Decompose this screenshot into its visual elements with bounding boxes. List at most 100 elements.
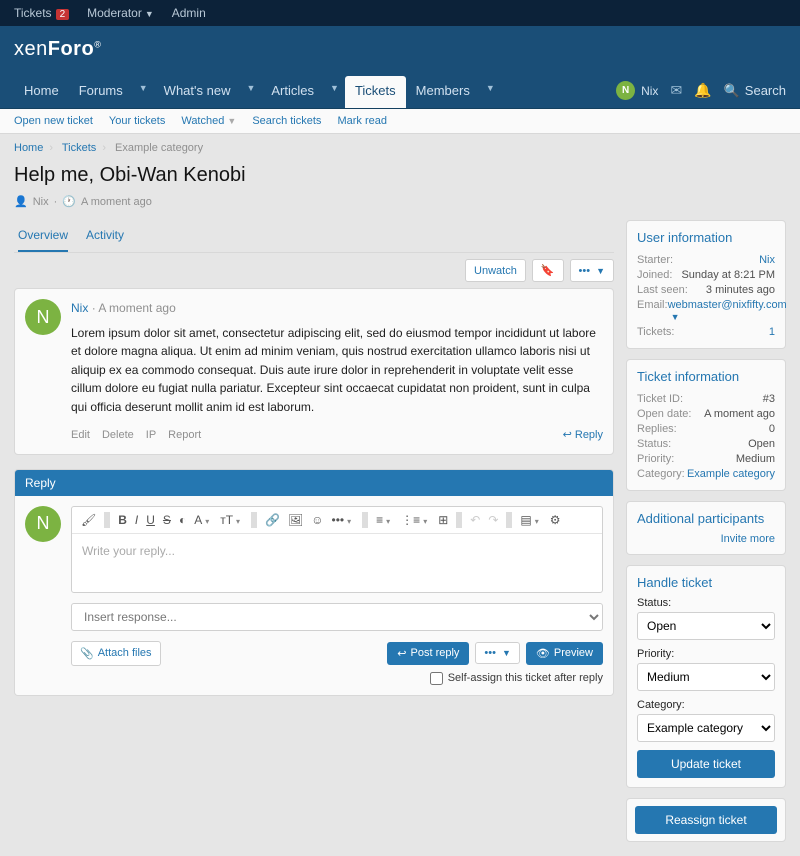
insert-response-select[interactable]: Insert response... [71,603,603,631]
user-icon: 👤 [14,195,28,208]
preview-button[interactable]: 👁Preview [526,642,603,665]
thread-meta: 👤Nix · 🕐A moment ago [0,195,800,220]
image-icon[interactable]: 🖼 [285,511,306,529]
post-delete[interactable]: Delete [102,427,134,444]
ticket-post: N Nix · A moment ago Lorem ipsum dolor s… [14,288,614,455]
bookmark-button[interactable]: 🔖 [532,259,564,282]
email-link[interactable]: webmaster@nixfifty.com ▼ [668,299,787,323]
post-author[interactable]: Nix [71,301,88,315]
inbox-icon[interactable]: ✉ [670,82,682,99]
post-report[interactable]: Report [168,427,201,444]
card-title: Ticket information [637,369,775,384]
font-icon[interactable]: A▾ [191,511,215,529]
subnav-mark-read[interactable]: Mark read [337,115,387,127]
category-link[interactable]: Example category [687,468,775,480]
user-info-card: User information Starter:Nix Joined:Sund… [626,220,786,349]
align-icon[interactable]: ≡▾ [373,511,396,529]
page-title: Help me, Obi-Wan Kenobi [0,162,800,195]
attach-files-button[interactable]: 📎Attach files [71,641,161,666]
post-reply-button[interactable]: ↩Post reply [387,642,469,665]
link-icon[interactable]: 🔗 [262,511,283,529]
ticket-info-card: Ticket information Ticket ID:#3 Open dat… [626,359,786,491]
gear-icon[interactable]: ⚙ [547,511,564,529]
nav-whatsnew[interactable]: What's new [154,73,241,108]
redo-icon[interactable]: ↷ [485,511,501,529]
tickets-count-link[interactable]: 1 [769,326,775,338]
caret-down-icon[interactable]: ▼ [133,73,154,108]
undo-icon[interactable]: ↶ [467,511,483,529]
tab-activity[interactable]: Activity [86,220,124,252]
caret-down-icon: ▼ [502,648,511,658]
emoji-icon[interactable]: ☺ [308,511,326,529]
starter-link[interactable]: Nix [759,254,775,266]
list-icon[interactable]: ⋮≡▾ [398,511,433,529]
caret-down-icon: ▼ [145,9,154,19]
color-icon[interactable]: ◐ [176,511,189,529]
site-logo[interactable]: xenForo® [14,38,786,61]
post-reply[interactable]: ↩Reply [563,427,603,444]
bold-icon[interactable]: B [115,511,130,529]
post-ip[interactable]: IP [146,427,156,444]
caret-down-icon: ▼ [671,312,680,322]
avatar[interactable]: N [25,299,61,335]
self-assign-checkbox[interactable] [430,672,443,685]
self-assign-label: Self-assign this ticket after reply [448,672,603,684]
italic-icon[interactable]: I [132,511,141,529]
avatar[interactable]: N [25,506,61,542]
post-edit[interactable]: Edit [71,427,90,444]
clock-icon: 🕐 [62,195,76,208]
more-insert-icon[interactable]: •••▾ [329,511,358,529]
paperclip-icon: 📎 [80,647,94,660]
reply-icon: ↩ [563,427,572,444]
table-icon[interactable]: ⊞ [435,511,451,529]
priority-select[interactable]: Medium [637,663,775,691]
subnav-search-tickets[interactable]: Search tickets [252,115,321,127]
reply-more-button[interactable]: ••• ▼ [475,642,519,664]
user-menu[interactable]: N Nix [616,81,658,100]
reassign-ticket-button[interactable]: Reassign ticket [635,806,777,834]
breadcrumb-category[interactable]: Example category [115,142,203,154]
category-select[interactable]: Example category [637,714,775,742]
reply-header: Reply [15,470,613,496]
attach-icon[interactable]: ▤▾ [517,511,544,529]
post-date: · A moment ago [92,301,176,315]
unwatch-button[interactable]: Unwatch [465,259,526,282]
size-icon[interactable]: тT▾ [217,511,246,529]
ticket-subnav: Open new ticket Your tickets Watched ▼ S… [0,109,800,134]
caret-down-icon: ▼ [596,266,605,276]
tab-overview[interactable]: Overview [18,220,68,252]
caret-down-icon[interactable]: ▼ [480,73,501,108]
subnav-open-ticket[interactable]: Open new ticket [14,115,93,127]
site-header: xenForo® [0,26,800,73]
more-button[interactable]: ••• ▼ [570,259,614,282]
caret-down-icon[interactable]: ▼ [240,73,261,108]
underline-icon[interactable]: U [143,511,158,529]
reply-textarea[interactable]: Write your reply... [72,534,602,592]
card-title: User information [637,230,775,245]
subnav-watched[interactable]: Watched ▼ [181,115,236,127]
subnav-your-tickets[interactable]: Your tickets [109,115,165,127]
nav-home[interactable]: Home [14,73,69,108]
breadcrumb-tickets[interactable]: Tickets [62,142,96,154]
caret-down-icon[interactable]: ▼ [324,73,345,108]
nav-forums[interactable]: Forums [69,73,133,108]
topnav-admin[interactable]: Admin [172,6,206,20]
eye-icon: 👁 [536,647,550,660]
post-content: Lorem ipsum dolor sit amet, consectetur … [71,324,603,417]
update-ticket-button[interactable]: Update ticket [637,750,775,778]
search-button[interactable]: 🔍Search [724,83,786,99]
breadcrumb-home[interactable]: Home [14,142,43,154]
brush-icon[interactable]: 🖌 [78,511,99,529]
invite-link[interactable]: Invite more [721,533,775,545]
strike-icon[interactable]: S [160,511,174,529]
nav-articles[interactable]: Articles [261,73,324,108]
caret-down-icon: ▼ [227,116,236,126]
nav-tickets[interactable]: Tickets [345,76,406,108]
status-select[interactable]: Open [637,612,775,640]
reply-section: Reply N 🖌 B I U S ◐ A▾ тT▾ 🔗 🖼 ☺ •••▾ ≡▾… [14,469,614,696]
nav-members[interactable]: Members [406,73,480,108]
topnav-tickets[interactable]: Tickets2 [14,6,69,20]
reassign-card: Reassign ticket [626,798,786,842]
bell-icon[interactable]: 🔔 [694,82,711,99]
topnav-moderator[interactable]: Moderator▼ [87,6,154,20]
